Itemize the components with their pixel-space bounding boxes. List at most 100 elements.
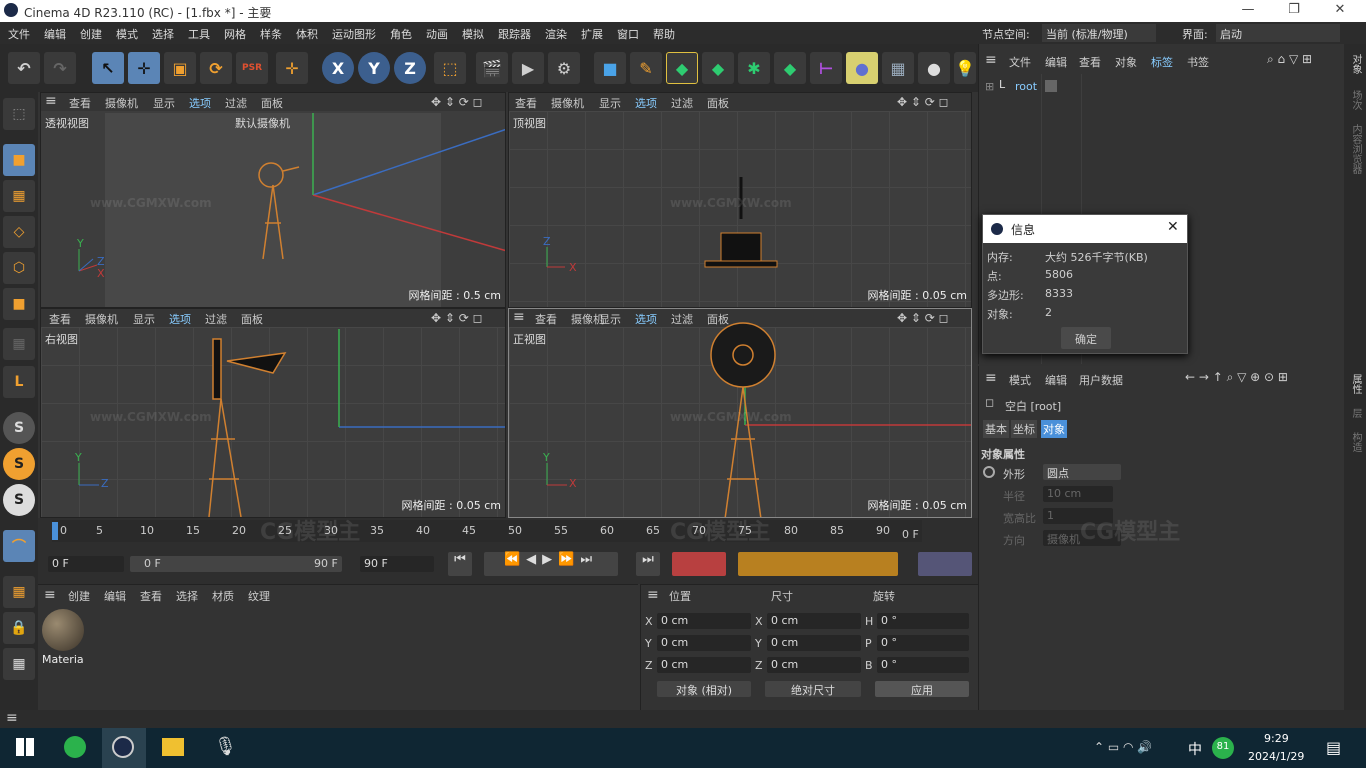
material-name[interactable]: Materia [42, 653, 84, 666]
folder-icon[interactable] [162, 738, 184, 756]
node-space-dropdown[interactable]: 当前 (标准/物理) [1042, 24, 1156, 42]
layer-icon[interactable] [1045, 80, 1057, 92]
playhead[interactable] [52, 522, 58, 540]
size-y-field[interactable]: 0 cm [767, 635, 861, 651]
menu-tools[interactable]: 工具 [188, 26, 210, 42]
menu-animation[interactable]: 动画 [426, 26, 448, 42]
menu-icon[interactable]: ≡ [985, 370, 997, 386]
apply-button[interactable]: 应用 [875, 681, 969, 697]
menu-mesh[interactable]: 网格 [224, 26, 246, 42]
nav-icons[interactable]: ← → ↑ ⌕ ▽ ⊕ ⊙ ⊞ [1185, 370, 1288, 385]
menu-file[interactable]: 文件 [8, 26, 30, 42]
obj-menu-edit[interactable]: 编辑 [1045, 54, 1067, 70]
pen-icon[interactable]: ✎ [630, 52, 662, 84]
browser-icon[interactable] [64, 736, 86, 758]
obj-menu-bookmarks[interactable]: 书签 [1187, 54, 1209, 70]
points-mode-icon[interactable]: ◇ [3, 216, 35, 248]
playback-controls[interactable]: ⏪◀▶⏩⏭ [484, 552, 618, 576]
material-preview[interactable] [42, 609, 84, 651]
search-icon[interactable]: ⌕ ⌂ ▽ ⊞ [1267, 52, 1312, 67]
mat-menu-select[interactable]: 选择 [176, 588, 198, 604]
tab-coord[interactable]: 坐标 [1011, 420, 1037, 438]
menu-window[interactable]: 窗口 [617, 26, 639, 42]
mat-menu-edit[interactable]: 编辑 [104, 588, 126, 604]
coordinate-system-icon[interactable]: ⬚ [434, 52, 466, 84]
obj-menu-objects[interactable]: 对象 [1115, 54, 1137, 70]
axis-mode-icon[interactable]: L [3, 366, 35, 398]
tab-structure[interactable]: 构造 [1348, 432, 1363, 452]
undo-icon[interactable]: ↶ [8, 52, 40, 84]
scale-tool-icon[interactable]: ▣ [164, 52, 196, 84]
clock-time[interactable]: 9:29 [1264, 732, 1289, 745]
cloner-icon[interactable]: ✱ [738, 52, 770, 84]
obj-menu-file[interactable]: 文件 [1009, 54, 1031, 70]
snap-icon[interactable]: S [3, 412, 35, 444]
menu-extensions[interactable]: 扩展 [581, 26, 603, 42]
root-object[interactable]: root [1015, 80, 1037, 93]
size-x-field[interactable]: 0 cm [767, 613, 861, 629]
workplane-icon[interactable]: ▦ [3, 576, 35, 608]
end-frame-field[interactable]: 90 F [360, 556, 434, 572]
tweak-icon[interactable]: ⌒ [3, 530, 35, 562]
psr-icon[interactable]: PSR [236, 52, 268, 84]
ime-indicator[interactable]: 中 [1188, 739, 1202, 759]
action-center-icon[interactable]: ▤ [1326, 738, 1341, 757]
menu-select[interactable]: 选择 [152, 26, 174, 42]
menu-tracker[interactable]: 跟踪器 [498, 26, 531, 42]
texture-mode-icon[interactable]: ▦ [3, 180, 35, 212]
ok-button[interactable]: 确定 [1061, 327, 1111, 349]
menu-spline[interactable]: 样条 [260, 26, 282, 42]
mat-menu-material[interactable]: 材质 [212, 588, 234, 604]
menu-create[interactable]: 创建 [80, 26, 102, 42]
range-slider[interactable] [130, 556, 342, 572]
attr-menu-edit[interactable]: 编辑 [1045, 372, 1067, 388]
menu-mograph[interactable]: 运动图形 [332, 26, 376, 42]
windows-start-icon[interactable] [16, 738, 34, 756]
coord-mode-dropdown[interactable]: 对象 (相对) [657, 681, 751, 697]
menu-volume[interactable]: 体积 [296, 26, 318, 42]
rotate-tool-icon[interactable]: ⟳ [200, 52, 232, 84]
z-axis-lock-icon[interactable]: Z [394, 52, 426, 84]
rot-h-field[interactable]: 0 ° [877, 613, 969, 629]
menu-help[interactable]: 帮助 [653, 26, 675, 42]
cube-icon[interactable]: ■ [594, 52, 626, 84]
mat-menu-create[interactable]: 创建 [68, 588, 90, 604]
snap-settings-icon[interactable]: S [3, 448, 35, 480]
render-settings-icon[interactable]: ⚙ [548, 52, 580, 84]
render-icon[interactable]: ▶ [512, 52, 544, 84]
go-to-end-icon[interactable]: ⏭ [636, 552, 660, 576]
uv-mode-icon[interactable]: ▦ [3, 328, 35, 360]
move-tool-icon[interactable]: ✛ [128, 52, 160, 84]
light-icon[interactable]: 💡 [954, 52, 976, 84]
pos-z-field[interactable]: 0 cm [657, 657, 751, 673]
mat-menu-view[interactable]: 查看 [140, 588, 162, 604]
menu-icon[interactable]: ≡ [985, 52, 997, 68]
extrude-icon[interactable]: ◆ [702, 52, 734, 84]
polygons-mode-icon[interactable]: ■ [3, 288, 35, 320]
expand-icon[interactable]: ⊞ [985, 80, 994, 93]
edges-mode-icon[interactable]: ⬡ [3, 252, 35, 284]
redo-icon[interactable]: ↷ [44, 52, 76, 84]
close-button[interactable]: ✕ [1320, 2, 1360, 17]
menu-render[interactable]: 渲染 [545, 26, 567, 42]
size-z-field[interactable]: 0 cm [767, 657, 861, 673]
tab-layers[interactable]: 层 [1348, 408, 1363, 418]
attr-menu-userdata[interactable]: 用户数据 [1079, 372, 1123, 388]
rot-p-field[interactable]: 0 ° [877, 635, 969, 651]
symmetry-icon[interactable]: S [3, 484, 35, 516]
pos-y-field[interactable]: 0 cm [657, 635, 751, 651]
microphone-icon[interactable]: 🎙 [214, 736, 237, 757]
go-to-start-icon[interactable]: ⏮ [448, 552, 472, 576]
rot-b-field[interactable]: 0 ° [877, 657, 969, 673]
clock-date[interactable]: 2024/1/29 [1248, 750, 1304, 763]
obj-menu-view[interactable]: 查看 [1079, 54, 1101, 70]
menu-character[interactable]: 角色 [390, 26, 412, 42]
render-view-icon[interactable]: 🎬 [476, 52, 508, 84]
field-icon[interactable]: ● [846, 52, 878, 84]
x-axis-lock-icon[interactable]: X [322, 52, 354, 84]
obj-menu-tags[interactable]: 标签 [1151, 54, 1173, 70]
tab-objects[interactable]: 对象 [1348, 54, 1363, 74]
model-mode-icon[interactable]: ■ [3, 144, 35, 176]
world-axis-icon[interactable]: ✛ [276, 52, 308, 84]
select-tool-icon[interactable]: ↖ [92, 52, 124, 84]
